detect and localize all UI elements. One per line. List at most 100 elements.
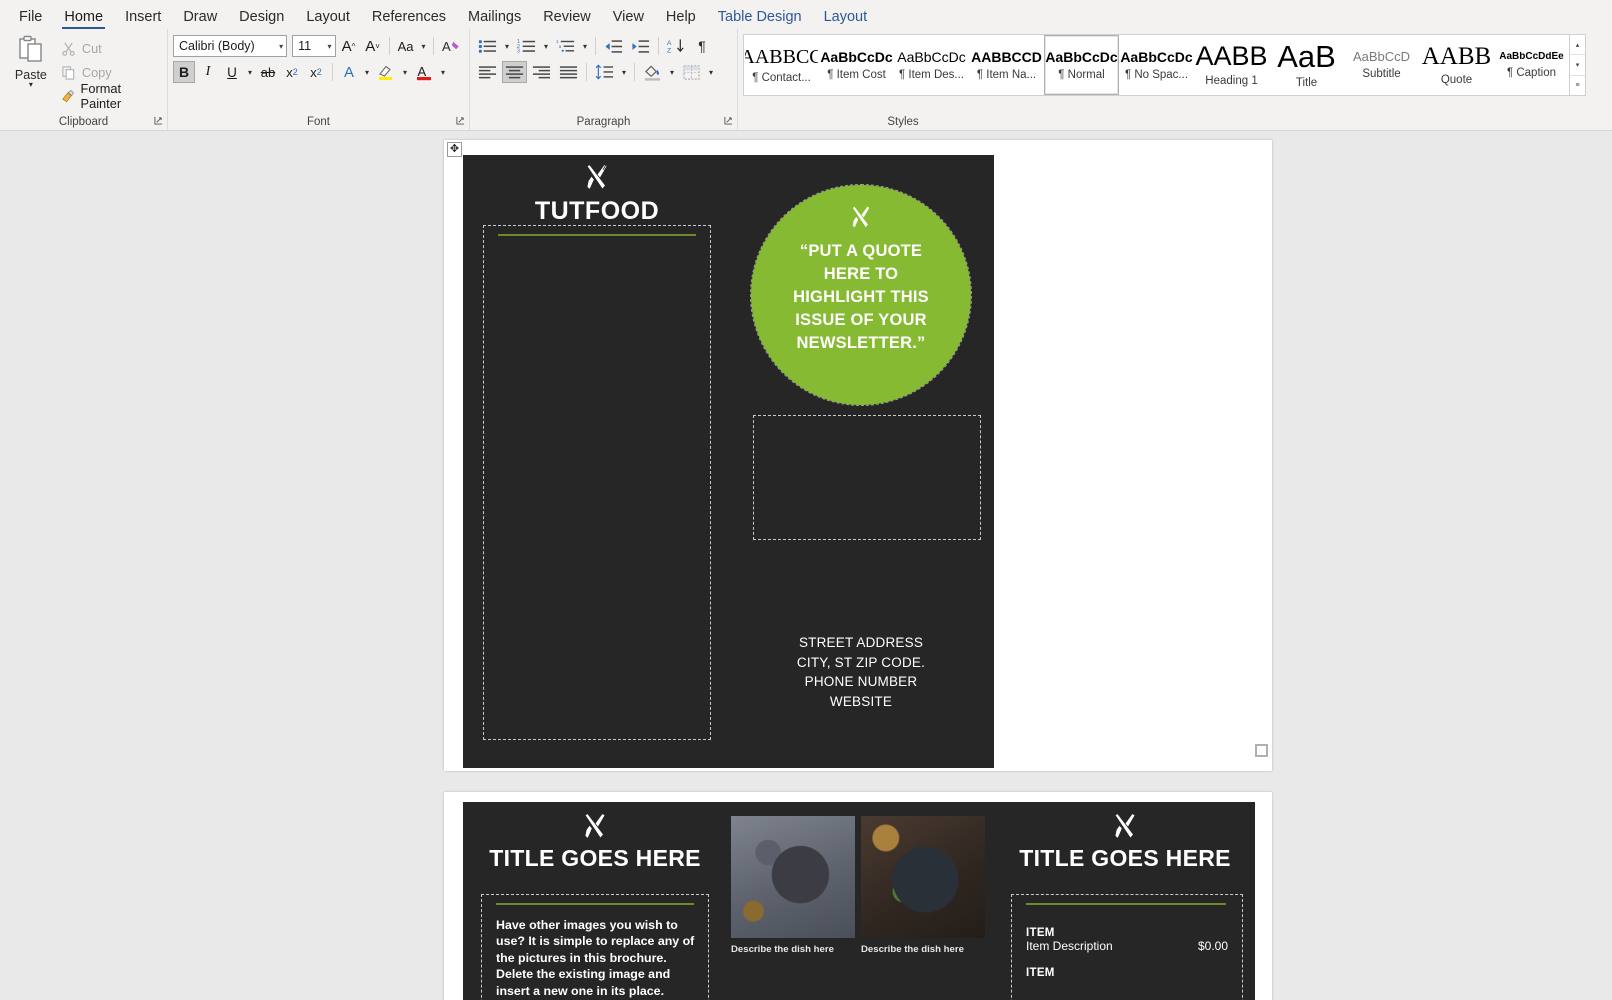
align-center-button[interactable] (502, 61, 527, 83)
document-canvas[interactable]: TUTFOOD “PUT A QUOTE HERE TO HIGHLIGHT T… (0, 131, 1612, 1000)
address-block[interactable]: STREET ADDRESS CITY, ST ZIP CODE. PHONE … (751, 633, 971, 711)
chevron-down-icon[interactable]: ▾ (362, 68, 372, 77)
text-effects-button[interactable]: A (338, 61, 360, 83)
font-dialog-launcher[interactable] (456, 116, 465, 128)
brochure-panel-page2[interactable]: TITLE GOES HERE Have other images you wi… (463, 802, 1255, 1000)
menu-list-cell[interactable]: ITEM Item Description $0.00 ITEM (1011, 894, 1243, 1000)
grow-font-button[interactable]: A ^ (338, 35, 360, 57)
dish-photo-1[interactable] (731, 816, 855, 938)
tab-home[interactable]: Home (53, 9, 114, 30)
left-column-cell[interactable] (483, 225, 711, 740)
line-spacing-button[interactable] (592, 61, 617, 83)
font-color-button[interactable]: A (412, 61, 436, 83)
align-right-button[interactable] (529, 61, 554, 83)
tab-file[interactable]: File (8, 9, 53, 30)
borders-button[interactable] (679, 61, 704, 83)
italic-button[interactable]: I (197, 61, 219, 83)
subscript-button[interactable]: x2 (281, 61, 303, 83)
tab-table-design[interactable]: Table Design (707, 9, 813, 30)
shading-button[interactable] (640, 61, 665, 83)
align-left-button[interactable] (475, 61, 500, 83)
chevron-down-icon[interactable]: ▾ (619, 68, 629, 77)
image-placeholder-cell[interactable] (753, 415, 981, 540)
sort-button[interactable]: A Z (664, 35, 689, 57)
left-text-cell[interactable]: Have other images you wish to use? It is… (481, 894, 709, 1000)
style-item-caption[interactable]: AaBbCcDdEe ¶ Caption (1494, 35, 1569, 95)
styles-scroll-up-button[interactable]: ▴ (1570, 35, 1585, 56)
clear-formatting-button[interactable]: A (439, 35, 464, 57)
font-size-combo[interactable]: 11 ▾ (292, 35, 336, 57)
show-formatting-marks-button[interactable]: ¶ (691, 35, 713, 57)
tab-help[interactable]: Help (655, 9, 707, 30)
style-item-item-cost[interactable]: AaBbCcDc ¶ Item Cost (819, 35, 894, 95)
tab-table-layout[interactable]: Layout (813, 9, 879, 30)
tab-view[interactable]: View (602, 9, 655, 30)
style-item-quote[interactable]: AABB Quote (1419, 35, 1494, 95)
style-item-heading-1[interactable]: AABB Heading 1 (1194, 35, 1269, 95)
olive-divider (498, 234, 696, 236)
tab-draw[interactable]: Draw (172, 9, 228, 30)
table-move-handle[interactable]: ✥ (447, 142, 462, 157)
tab-design[interactable]: Design (228, 9, 295, 30)
style-preview: AaBbCcDc (1045, 49, 1118, 64)
font-size-value: 11 (298, 39, 312, 53)
justify-button[interactable] (556, 61, 581, 83)
paste-caret-icon[interactable]: ▾ (29, 81, 33, 89)
sort-az-icon: A Z (667, 39, 684, 54)
format-painter-label: Format Painter (80, 81, 122, 111)
styles-more-button[interactable]: ≡ (1570, 76, 1585, 95)
menu-item-row[interactable]: ITEM (1026, 967, 1228, 979)
bold-button[interactable]: B (173, 61, 195, 83)
style-item-contact[interactable]: AABBCC ¶ Contact... (744, 35, 819, 95)
chevron-down-icon[interactable]: ▾ (580, 42, 590, 51)
tab-references[interactable]: References (361, 9, 457, 30)
chevron-down-icon[interactable]: ▾ (502, 42, 512, 51)
chevron-down-icon[interactable]: ▾ (419, 42, 429, 51)
chevron-down-icon[interactable]: ▾ (541, 42, 551, 51)
text-highlight-color-button[interactable] (374, 61, 398, 83)
superscript-button[interactable]: x2 (305, 61, 327, 83)
address-line-city: CITY, ST ZIP CODE. (796, 654, 926, 670)
style-item-no-spacing[interactable]: AaBbCcDc ¶ No Spac... (1119, 35, 1194, 95)
cut-button[interactable]: Cut (57, 37, 162, 59)
decrease-indent-button[interactable] (601, 35, 626, 57)
bullet-list-button[interactable] (475, 35, 500, 57)
brochure-panel-page1[interactable]: TUTFOOD “PUT A QUOTE HERE TO HIGHLIGHT T… (463, 155, 994, 768)
multilevel-list-button[interactable]: 1 a (553, 35, 578, 57)
table-resize-handle[interactable] (1255, 744, 1268, 757)
strikethrough-button[interactable]: ab (257, 61, 279, 83)
style-item-item-name[interactable]: AABBCCD ¶ Item Na... (969, 35, 1044, 95)
paragraph-dialog-launcher[interactable] (724, 116, 733, 128)
chevron-down-icon[interactable]: ▾ (400, 68, 410, 77)
style-item-normal[interactable]: AaBbCcDc ¶ Normal (1044, 35, 1119, 95)
increase-indent-button[interactable] (628, 35, 653, 57)
styles-scroll-down-button[interactable]: ▾ (1570, 55, 1585, 76)
tab-review[interactable]: Review (532, 9, 602, 30)
shrink-font-button[interactable]: A ˅ (362, 35, 384, 57)
style-name: ¶ Item Na... (976, 68, 1037, 81)
clipboard-dialog-launcher[interactable] (154, 116, 163, 128)
tab-mailings[interactable]: Mailings (457, 9, 532, 30)
numbered-list-button[interactable]: 1 2 3 (514, 35, 539, 57)
style-item-title[interactable]: AaB Title (1269, 35, 1344, 95)
chevron-down-icon[interactable]: ▾ (706, 68, 716, 77)
chevron-down-icon[interactable]: ▾ (667, 68, 677, 77)
underline-button[interactable]: U (221, 61, 243, 83)
chevron-down-icon[interactable]: ▾ (438, 68, 448, 77)
format-painter-button[interactable]: Format Painter (57, 81, 162, 111)
copy-button[interactable]: Copy (57, 61, 162, 83)
style-item-subtitle[interactable]: AaBbCcD Subtitle (1344, 35, 1419, 95)
document-page-2[interactable]: TITLE GOES HERE Have other images you wi… (444, 792, 1272, 1000)
style-item-item-description[interactable]: AaBbCcDc ¶ Item Des... (894, 35, 969, 95)
change-case-button[interactable]: Aa (395, 35, 417, 57)
menu-item-row[interactable]: ITEM Item Description $0.00 (1026, 927, 1228, 953)
address-line-website: WEBSITE (829, 693, 893, 709)
quote-circle[interactable]: “PUT A QUOTE HERE TO HIGHLIGHT THIS ISSU… (750, 184, 972, 406)
document-page-1[interactable]: TUTFOOD “PUT A QUOTE HERE TO HIGHLIGHT T… (444, 140, 1272, 771)
tab-layout[interactable]: Layout (295, 9, 361, 30)
tab-insert[interactable]: Insert (114, 9, 172, 30)
font-name-combo[interactable]: Calibri (Body) ▾ (173, 35, 288, 57)
dish-photo-2[interactable] (861, 816, 985, 938)
chevron-down-icon: ▾ (279, 41, 284, 51)
chevron-down-icon[interactable]: ▾ (245, 68, 255, 77)
